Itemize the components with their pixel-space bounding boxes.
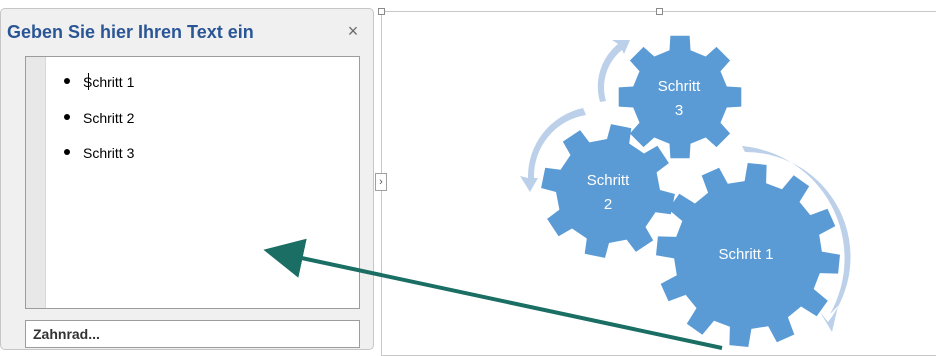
pointer-arrow [263, 238, 723, 350]
gear-label: Schritt [587, 172, 630, 189]
gear-label: 2 [604, 196, 612, 213]
gear-diagram: Schritt 1 Schritt 2 Schritt 3 [263, 35, 851, 350]
gear-step-2[interactable] [541, 124, 675, 258]
gear-step-3[interactable] [618, 35, 742, 159]
gear-label: Schritt 1 [718, 246, 773, 263]
gear-label: 3 [675, 102, 683, 119]
gear-label: Schritt [658, 78, 701, 95]
